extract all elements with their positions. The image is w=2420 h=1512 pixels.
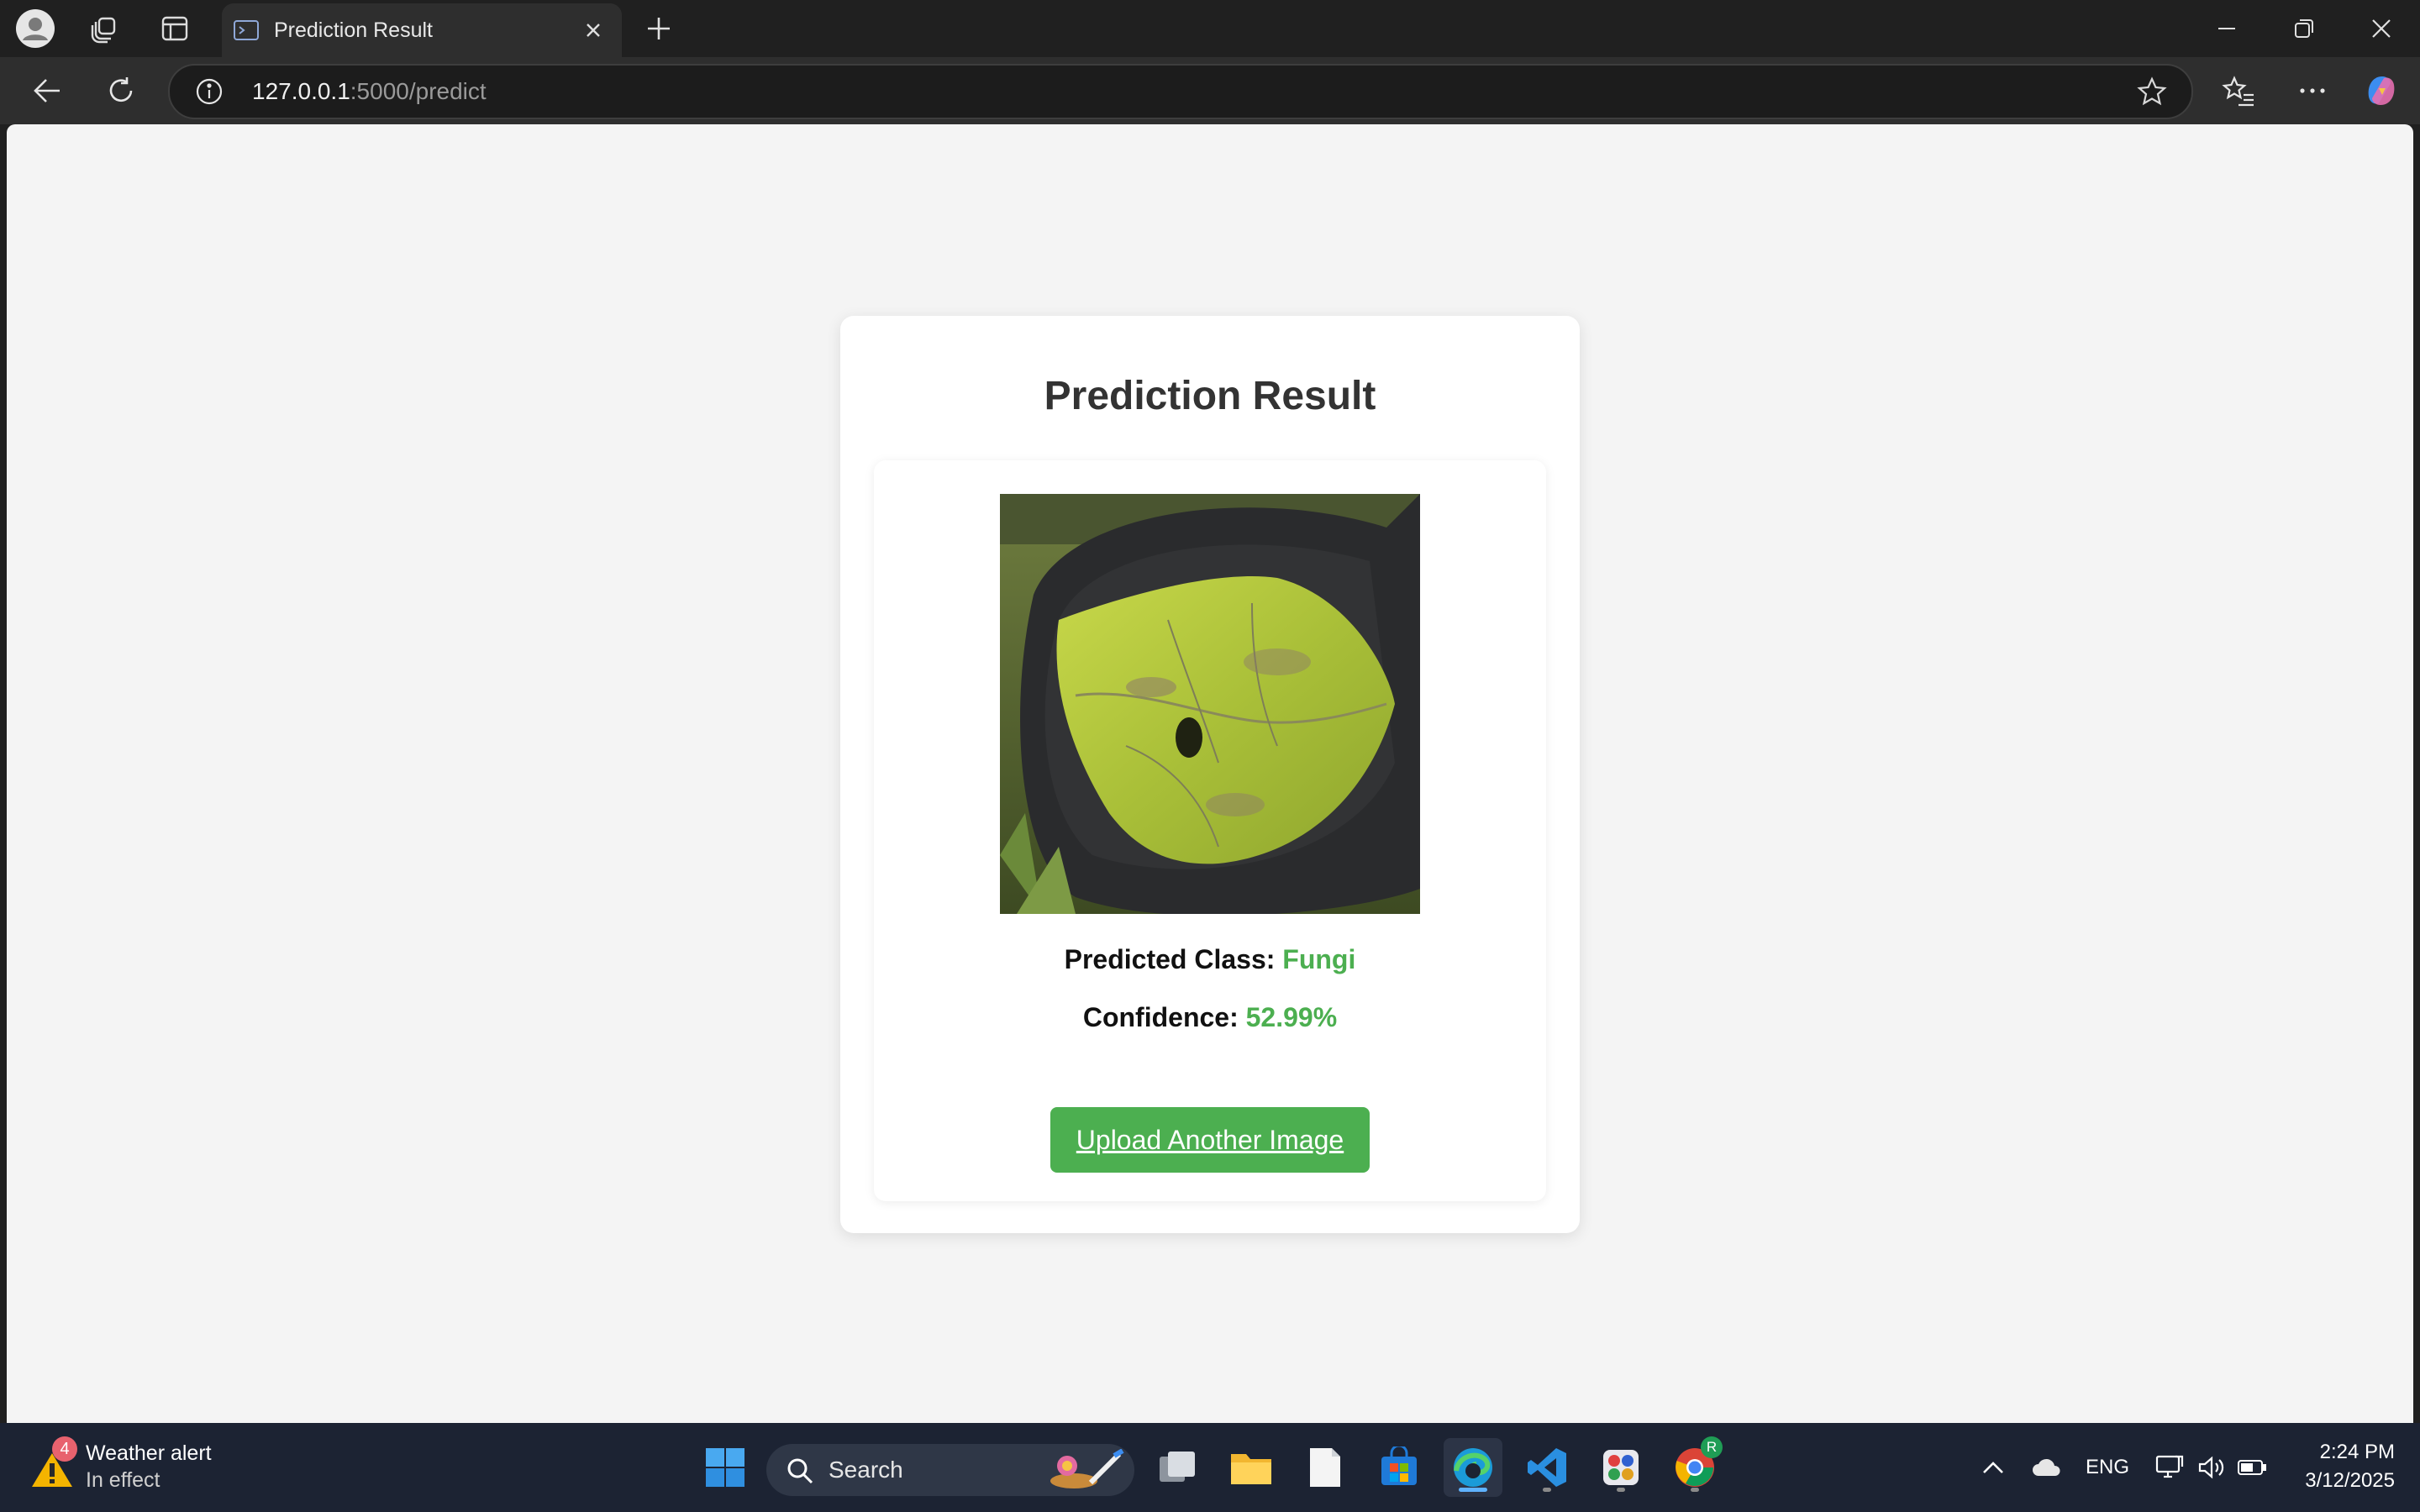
file-explorer-icon[interactable] (1222, 1438, 1281, 1497)
browser-tab-bar: Prediction Result (0, 0, 2420, 57)
chrome-running-indicator (1691, 1488, 1699, 1492)
result-panel: Predicted Class: Fungi Confidence: 52.99… (874, 460, 1546, 1201)
weather-title: Weather alert (86, 1441, 212, 1465)
url-path: :5000/predict (350, 78, 487, 104)
back-arrow-icon[interactable] (25, 69, 69, 113)
search-label: Search (829, 1457, 903, 1483)
restore-window-icon[interactable] (2279, 7, 2329, 50)
favorites-icon[interactable] (2217, 69, 2260, 113)
copilot-icon[interactable] (2360, 69, 2403, 113)
tab-prediction-result[interactable]: Prediction Result (222, 3, 622, 57)
search-icon (787, 1458, 813, 1484)
new-tab-icon[interactable] (637, 7, 681, 50)
vscode-running-indicator (1543, 1488, 1551, 1492)
workspaces-icon[interactable] (82, 7, 126, 50)
close-tab-icon[interactable] (578, 15, 608, 45)
leaf-image (1000, 494, 1420, 916)
task-view-icon[interactable] (1148, 1438, 1207, 1497)
profile-icon[interactable] (13, 7, 57, 50)
tab-actions-icon[interactable] (153, 7, 197, 50)
start-button-icon[interactable] (696, 1438, 755, 1497)
tab-title: Prediction Result (274, 18, 433, 42)
confidence-value: 52.99% (1245, 1002, 1338, 1032)
search-highlight-illustration-icon (1050, 1449, 1124, 1488)
browser-toolbar: 127.0.0.1:5000/predict (0, 57, 2420, 124)
edge-browser-icon[interactable] (1444, 1438, 1502, 1497)
close-window-icon[interactable] (2356, 7, 2407, 50)
network-icon[interactable] (2153, 1445, 2186, 1490)
weather-widget[interactable]: 4 Weather alert In effect (27, 1436, 279, 1499)
page-viewport: Prediction Result Predicted Class: Fungi… (7, 124, 2413, 1423)
vscode-icon[interactable] (1518, 1438, 1576, 1497)
address-bar[interactable]: 127.0.0.1:5000/predict (168, 64, 2193, 119)
confidence-label: Confidence: (1082, 1002, 1239, 1032)
result-card: Prediction Result Predicted Class: Fungi… (840, 316, 1580, 1233)
volume-icon[interactable] (2195, 1445, 2228, 1490)
weather-alert-badge: 4 (52, 1436, 77, 1462)
taskbar-search[interactable]: Search (766, 1444, 1134, 1496)
input-language-indicator[interactable]: ENG (2081, 1445, 2134, 1490)
edge-active-indicator (1459, 1488, 1487, 1492)
upload-another-image-button[interactable]: Upload Another Image (1050, 1107, 1370, 1173)
url-host: 127.0.0.1 (252, 78, 350, 104)
notepad-icon[interactable] (1296, 1438, 1355, 1497)
confidence-line: Confidence: 52.99% (874, 999, 1546, 1036)
chrome-profile-badge: R (1701, 1436, 1723, 1458)
favorite-star-icon[interactable] (2136, 76, 2168, 108)
chrome-icon[interactable]: R (1665, 1436, 1724, 1497)
more-options-icon[interactable] (2291, 69, 2334, 113)
refresh-icon[interactable] (99, 69, 143, 113)
minimize-window-icon[interactable] (2202, 7, 2252, 50)
microsoft-store-icon[interactable] (1370, 1438, 1428, 1497)
show-hidden-icons-chevron-icon[interactable] (1976, 1445, 2010, 1490)
predicted-class-line: Predicted Class: Fungi (874, 941, 1546, 978)
predicted-class-label: Predicted Class: (1064, 944, 1276, 974)
predicted-class-value: Fungi (1282, 944, 1356, 974)
page-title: Prediction Result (1044, 374, 1376, 418)
paint-app-icon[interactable] (1591, 1438, 1650, 1497)
system-clock[interactable]: 2:24 PM 3/12/2025 (2269, 1438, 2395, 1495)
onedrive-cloud-icon[interactable] (2028, 1445, 2065, 1490)
clock-date: 3/12/2025 (2305, 1469, 2395, 1492)
battery-icon[interactable] (2235, 1445, 2269, 1490)
site-info-icon[interactable] (195, 77, 224, 106)
terminal-favicon-icon (234, 20, 259, 40)
url-text: 127.0.0.1:5000/predict (252, 76, 487, 107)
clock-time: 2:24 PM (2319, 1441, 2395, 1463)
paint-running-indicator (1617, 1488, 1625, 1492)
windows-taskbar: 4 Weather alert In effect Search R ENG 2… (0, 1423, 2420, 1512)
weather-subtitle: In effect (86, 1468, 160, 1492)
